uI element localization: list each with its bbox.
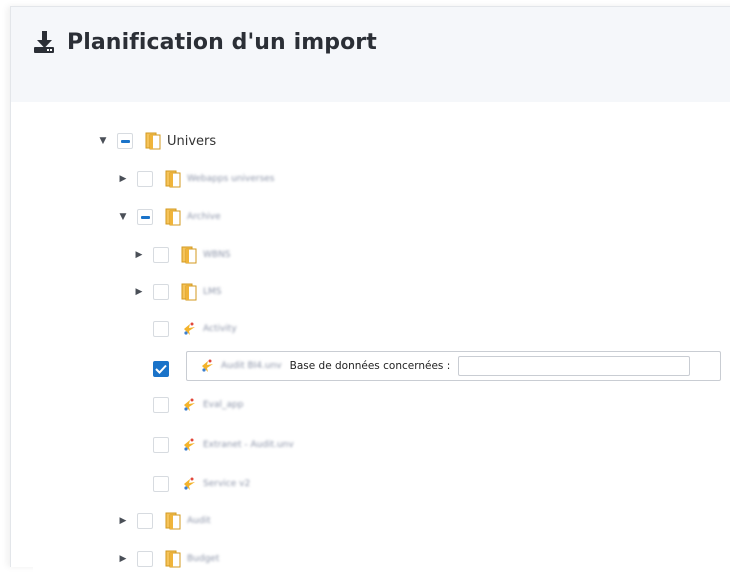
caret-right-icon[interactable]: ▶ [117, 553, 129, 565]
window: Planification d'un import ▼ Univers ▶ We… [0, 0, 730, 573]
universe-item-icon [199, 357, 215, 375]
tree-node-label: LMS [203, 287, 222, 297]
tree-node-label: Archive [187, 212, 221, 222]
tree-node-label: WBNS [203, 250, 231, 260]
tree-checkbox[interactable] [153, 397, 169, 413]
tree-node-label: Budget [187, 554, 220, 564]
universe-folder-icon [181, 283, 197, 301]
universe-tree: ▼ Univers ▶ Webapps universes ▼ Archive [33, 103, 730, 573]
check-icon [155, 364, 167, 374]
database-label: Base de données concernées : [289, 360, 451, 372]
tree-checkbox[interactable] [137, 209, 153, 225]
database-input[interactable] [458, 356, 691, 376]
tree-node-univers[interactable]: ▼ Univers [97, 129, 216, 153]
tree-node-label: Webapps universes [187, 174, 275, 184]
tree-node[interactable]: ▶ Activity [133, 317, 237, 341]
tree-node[interactable]: ▼ Archive [117, 205, 221, 229]
tree-node-label: Univers [167, 133, 217, 149]
tree-checkbox[interactable] [137, 551, 153, 567]
universe-folder-icon [165, 170, 181, 188]
universe-folder-icon [165, 550, 181, 568]
tree-node-selected[interactable]: ▶ [133, 357, 181, 381]
tree-checkbox[interactable] [117, 133, 133, 149]
import-panel: Planification d'un import ▼ Univers ▶ We… [10, 6, 730, 573]
tree-node-label: Eval_app [203, 400, 244, 410]
caret-right-icon[interactable]: ▶ [117, 515, 129, 527]
tree-node[interactable]: ▶ WBNS [133, 243, 231, 267]
tree-node-label: Service v2 [203, 479, 251, 489]
universe-folder-icon [165, 512, 181, 530]
tree-checkbox[interactable] [153, 321, 169, 337]
tree-checkbox[interactable] [137, 171, 153, 187]
tree-checkbox[interactable] [153, 284, 169, 300]
tree-node[interactable]: ▶ Webapps universes [117, 167, 275, 191]
caret-right-icon[interactable]: ▶ [133, 286, 145, 298]
caret-down-icon[interactable]: ▼ [97, 135, 109, 147]
page-title: Planification d'un import [67, 29, 377, 55]
universe-item-icon [181, 475, 197, 493]
tree-checkbox-checked[interactable] [153, 361, 169, 377]
tree-node-label: Activity [203, 324, 237, 334]
tree-checkbox[interactable] [153, 437, 169, 453]
tree-node[interactable]: ▶ LMS [133, 280, 222, 304]
tree-node[interactable]: ▶ Budget [117, 547, 219, 571]
caret-right-icon[interactable]: ▶ [133, 249, 145, 261]
caret-down-icon[interactable]: ▼ [117, 211, 129, 223]
universe-item-icon [181, 320, 197, 338]
selected-universe-box: Audit BI4.unv Base de données concernées… [186, 351, 721, 381]
download-icon [34, 31, 54, 53]
tree-checkbox[interactable] [153, 247, 169, 263]
universe-folder-icon [181, 246, 197, 264]
universe-item-icon [181, 396, 197, 414]
tree-node-label: Extranet - Audit.unv [203, 440, 294, 450]
tree-node-label: Audit [187, 516, 211, 526]
tree-node[interactable]: ▶ Audit [117, 509, 211, 533]
universe-folder-icon [145, 132, 161, 150]
tree-checkbox[interactable] [153, 476, 169, 492]
universe-folder-icon [165, 208, 181, 226]
tree-node[interactable]: ▶ Service v2 [133, 472, 250, 496]
title-row: Planification d'un import [33, 25, 377, 59]
tree-node[interactable]: ▶ Eval_app [133, 393, 243, 417]
tree-node[interactable]: ▶ Extranet - Audit.unv [133, 433, 294, 457]
tree-checkbox[interactable] [137, 513, 153, 529]
caret-right-icon[interactable]: ▶ [117, 173, 129, 185]
header: Planification d'un import [11, 7, 730, 102]
selected-universe-label: Audit BI4.unv [221, 361, 282, 371]
universe-item-icon [181, 436, 197, 454]
